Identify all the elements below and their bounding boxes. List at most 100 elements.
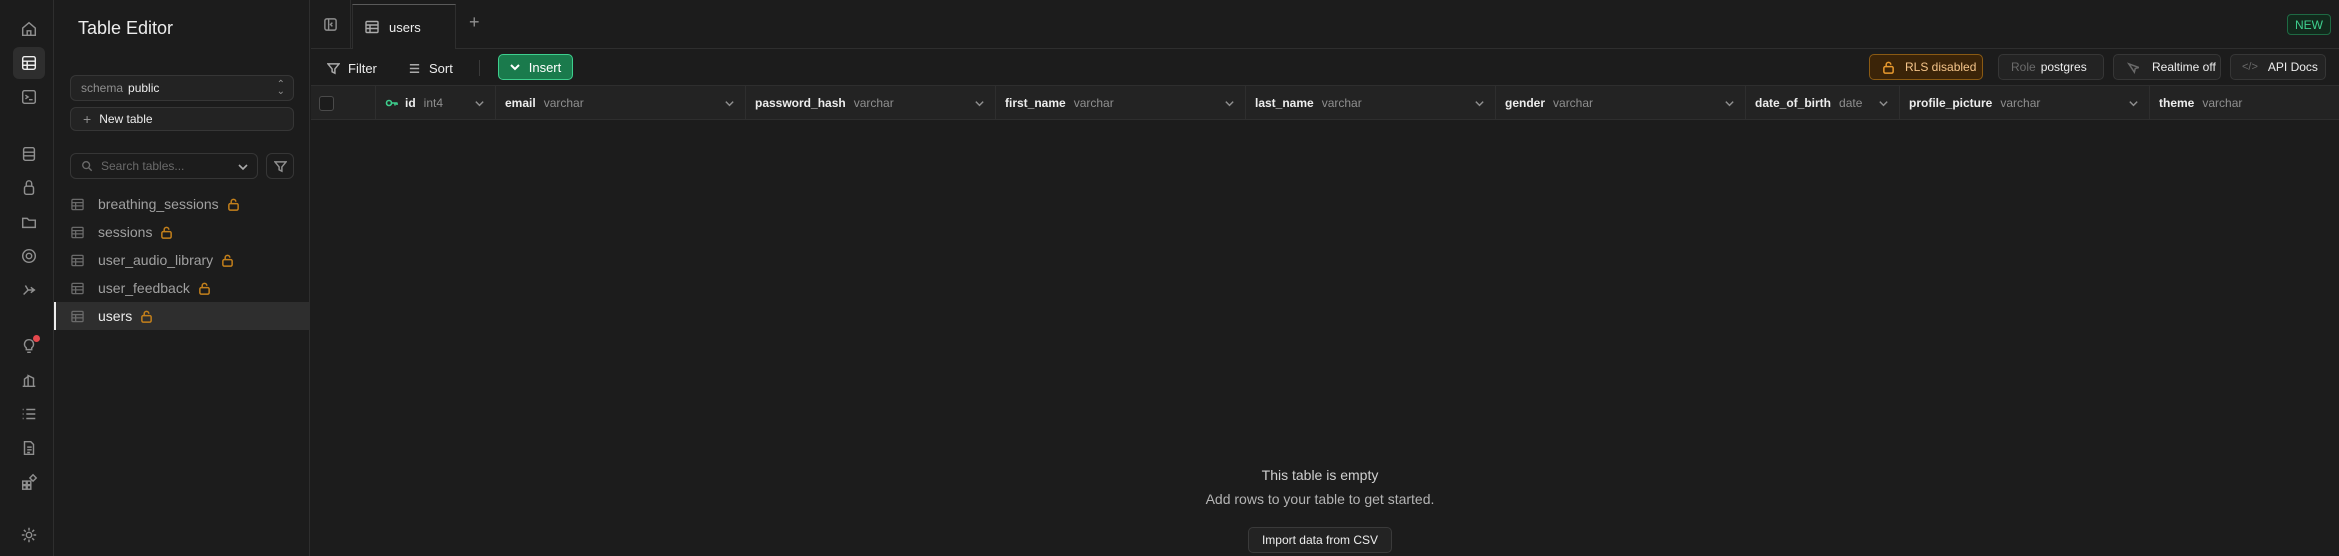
sort-icon bbox=[409, 63, 420, 73]
collapse-sidebar-icon[interactable] bbox=[311, 0, 351, 49]
new-table-label: New table bbox=[99, 112, 153, 126]
add-tab-icon[interactable]: + bbox=[469, 12, 480, 33]
chevron-down-icon[interactable] bbox=[1224, 98, 1235, 109]
table-item-label: users bbox=[98, 308, 133, 324]
lock-open-icon bbox=[140, 310, 153, 323]
column-header-first-name[interactable]: first_name varchar bbox=[996, 86, 1246, 120]
chevron-down-icon[interactable] bbox=[724, 98, 735, 109]
table-item-label: sessions bbox=[98, 224, 153, 240]
select-all-checkbox[interactable] bbox=[319, 96, 334, 111]
column-name: id bbox=[405, 96, 416, 110]
chevrons-up-down-icon: ⌃ ⌄ bbox=[276, 79, 285, 97]
column-header-profile-picture[interactable]: profile_picture varchar bbox=[1900, 86, 2150, 120]
integrations-icon[interactable] bbox=[13, 466, 45, 498]
realtime-off-icon bbox=[2126, 61, 2139, 74]
rls-disabled-button[interactable]: RLS disabled bbox=[1869, 54, 1983, 80]
realtime-label: Realtime off bbox=[2152, 60, 2216, 74]
table-item-label: user_audio_library bbox=[98, 252, 214, 268]
grid-toolbar: Filter Sort Insert RLS disabled Role pos… bbox=[311, 49, 2339, 86]
api-docs-label: API Docs bbox=[2267, 60, 2318, 74]
lock-open-icon bbox=[1883, 61, 1894, 74]
sidebar-title: Table Editor bbox=[78, 18, 174, 38]
realtime-toggle-button[interactable]: Realtime off bbox=[2113, 54, 2221, 80]
column-type: varchar bbox=[1321, 96, 1362, 110]
table-editor-icon[interactable] bbox=[13, 47, 45, 79]
table-item-breathing-sessions[interactable]: breathing_sessions bbox=[54, 190, 310, 218]
table-item-sessions[interactable]: sessions bbox=[54, 218, 310, 246]
search-placeholder: Search tables... bbox=[101, 159, 185, 173]
schema-selector[interactable]: schema public ⌃ ⌄ bbox=[70, 75, 294, 101]
search-tables-input[interactable]: Search tables... bbox=[70, 153, 258, 179]
tab-users[interactable]: users bbox=[352, 4, 456, 49]
edge-functions-icon[interactable] bbox=[13, 274, 45, 306]
rls-label: RLS disabled bbox=[1905, 60, 1977, 74]
realtime-icon[interactable] bbox=[13, 240, 45, 272]
sort-button[interactable]: Sort bbox=[408, 56, 453, 80]
chevron-down-icon[interactable] bbox=[1724, 98, 1735, 109]
new-table-button[interactable]: + New table bbox=[70, 107, 294, 131]
api-docs-icon[interactable] bbox=[13, 432, 45, 464]
column-header-last-name[interactable]: last_name varchar bbox=[1246, 86, 1496, 120]
home-icon[interactable] bbox=[13, 13, 45, 45]
advisors-icon[interactable] bbox=[13, 330, 45, 362]
api-docs-button[interactable]: </> API Docs bbox=[2230, 54, 2326, 80]
lock-open-icon bbox=[227, 198, 240, 211]
icon-rail bbox=[0, 0, 54, 556]
column-type: date bbox=[1839, 96, 1863, 110]
database-icon[interactable] bbox=[13, 138, 45, 170]
primary-key-icon bbox=[385, 96, 405, 110]
column-header-gender[interactable]: gender varchar bbox=[1496, 86, 1746, 120]
table-list: breathing_sessions sessions user_audio_l… bbox=[54, 190, 310, 330]
chevron-down-icon[interactable] bbox=[1878, 98, 1889, 109]
filter-button[interactable]: Filter bbox=[327, 56, 377, 80]
chevron-down-icon[interactable] bbox=[1474, 98, 1485, 109]
schema-value: public bbox=[128, 81, 160, 95]
import-csv-button[interactable]: Import data from CSV bbox=[1248, 527, 1392, 553]
chevron-down-icon[interactable] bbox=[237, 161, 249, 176]
column-type: varchar bbox=[853, 96, 894, 110]
filter-icon bbox=[327, 62, 340, 74]
column-name: last_name bbox=[1255, 96, 1314, 110]
table-icon bbox=[71, 282, 84, 294]
toolbar-divider bbox=[479, 60, 480, 76]
role-selector[interactable]: Role postgres bbox=[1998, 54, 2104, 80]
table-item-label: breathing_sessions bbox=[98, 196, 219, 212]
table-icon bbox=[71, 198, 84, 210]
filter-icon bbox=[273, 160, 287, 172]
filter-label: Filter bbox=[348, 60, 377, 76]
column-name: email bbox=[505, 96, 536, 110]
sql-editor-icon[interactable] bbox=[13, 81, 45, 113]
reports-icon[interactable] bbox=[13, 364, 45, 396]
logs-icon[interactable] bbox=[13, 398, 45, 430]
column-header-theme[interactable]: theme varchar bbox=[2150, 86, 2339, 120]
column-header-password-hash[interactable]: password_hash varchar bbox=[746, 86, 996, 120]
column-header-id[interactable]: id int4 bbox=[376, 86, 496, 120]
column-type: varchar bbox=[1553, 96, 1594, 110]
column-type: varchar bbox=[543, 96, 584, 110]
column-name: password_hash bbox=[755, 96, 846, 110]
lock-open-icon bbox=[198, 282, 211, 295]
lock-open-icon bbox=[221, 254, 234, 267]
column-header-email[interactable]: email varchar bbox=[496, 86, 746, 120]
auth-icon[interactable] bbox=[13, 172, 45, 204]
new-badge[interactable]: NEW bbox=[2287, 14, 2331, 35]
chevron-down-icon[interactable] bbox=[474, 98, 485, 109]
table-item-user-audio-library[interactable]: user_audio_library bbox=[54, 246, 310, 274]
table-item-user-feedback[interactable]: user_feedback bbox=[54, 274, 310, 302]
filter-tables-button[interactable] bbox=[266, 153, 294, 179]
insert-label: Insert bbox=[528, 59, 562, 75]
column-name: profile_picture bbox=[1909, 96, 1993, 110]
column-header-date-of-birth[interactable]: date_of_birth date bbox=[1746, 86, 1900, 120]
table-item-users[interactable]: users bbox=[54, 302, 310, 330]
table-icon bbox=[71, 226, 84, 238]
insert-button[interactable]: Insert bbox=[498, 54, 573, 80]
role-key: Role bbox=[2011, 60, 2036, 74]
schema-label: schema bbox=[81, 81, 124, 95]
chevron-down-icon[interactable] bbox=[2128, 98, 2139, 109]
column-type: varchar bbox=[2202, 96, 2243, 110]
chevron-down-icon[interactable] bbox=[974, 98, 985, 109]
storage-icon[interactable] bbox=[13, 206, 45, 238]
table-icon bbox=[365, 20, 379, 34]
settings-icon[interactable] bbox=[13, 519, 45, 551]
lock-open-icon bbox=[160, 226, 173, 239]
